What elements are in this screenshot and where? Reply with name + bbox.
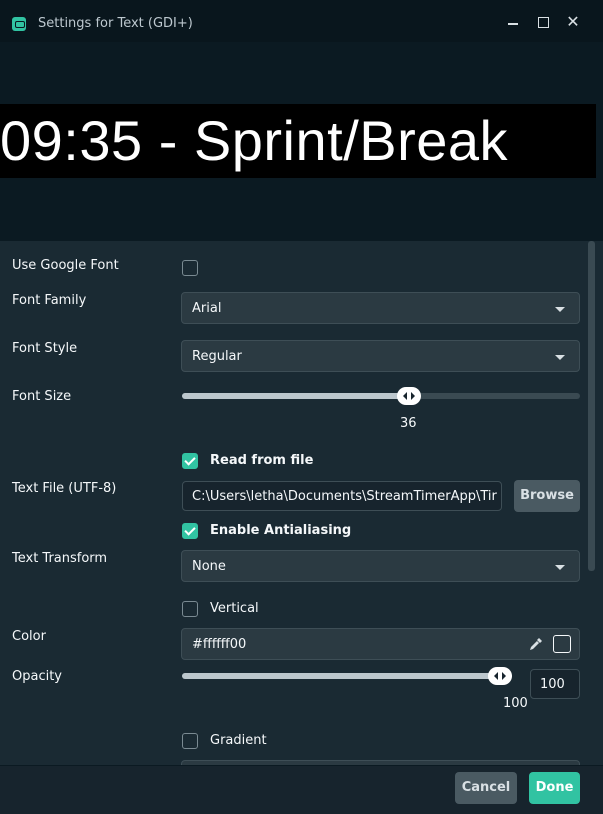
cancel-button[interactable]: Cancel [455,772,517,804]
done-button[interactable]: Done [529,772,580,804]
text-file-value: C:\Users\letha\Documents\StreamTimerApp\… [192,489,497,504]
maximize-button[interactable] [533,12,553,32]
text-file-label: Text File (UTF-8) [12,481,117,496]
opacity-input-value: 100 [540,677,565,692]
read-from-file-checkbox[interactable] [182,453,198,469]
panel-scrollbar[interactable] [588,241,595,571]
text-transform-select[interactable]: None [181,550,580,582]
opacity-slider[interactable] [182,667,512,685]
opacity-slider-fill [182,673,512,679]
chevron-down-icon [555,355,565,360]
use-google-font-checkbox[interactable] [182,260,198,276]
source-preview: 09:35 - Sprint/Break [0,42,603,241]
vertical-label: Vertical [210,601,259,616]
color-input[interactable]: #ffffff00 [181,628,580,660]
opacity-input[interactable]: 100 [530,669,580,699]
use-google-font-label: Use Google Font [12,258,119,273]
color-label: Color [12,629,46,644]
title-bar: Settings for Text (GDI+) ✕ [0,0,603,42]
vertical-checkbox[interactable] [182,601,198,617]
font-size-slider-fill [182,393,409,399]
text-transform-value: None [192,559,226,574]
window-title: Settings for Text (GDI+) [38,16,193,31]
text-transform-label: Text Transform [12,551,108,566]
chevron-down-icon [555,565,565,570]
font-style-label: Font Style [12,341,78,356]
font-style-value: Regular [192,349,242,364]
font-size-slider[interactable] [182,387,580,405]
read-from-file-label: Read from file [210,453,314,468]
close-button[interactable]: ✕ [563,12,583,32]
minimize-button[interactable] [503,12,523,32]
font-family-select[interactable]: Arial [181,292,580,324]
opacity-label: Opacity [12,669,63,684]
chevron-down-icon [555,307,565,312]
preview-text: 09:35 - Sprint/Break [0,109,509,172]
settings-panel: Use Google Font Font Family Arial Font S… [0,241,603,765]
eyedropper-icon[interactable] [529,637,543,651]
antialiasing-checkbox[interactable] [182,523,198,539]
color-value: #ffffff00 [192,637,247,652]
dialog-footer: Cancel Done [0,765,603,814]
font-family-value: Arial [192,301,222,316]
font-family-label: Font Family [12,293,87,308]
opacity-value: 100 [503,696,528,711]
opacity-slider-thumb[interactable] [488,667,512,685]
gradient-label: Gradient [210,733,267,748]
browse-button[interactable]: Browse [514,480,580,512]
color-swatch[interactable] [553,635,571,653]
font-size-slider-thumb[interactable] [396,387,421,405]
antialiasing-label: Enable Antialiasing [210,523,352,538]
gradient-checkbox[interactable] [182,733,198,749]
preview-text-box: 09:35 - Sprint/Break [0,104,596,178]
font-size-label: Font Size [12,389,72,404]
font-style-select[interactable]: Regular [181,340,580,372]
streamlabs-app-icon [12,17,26,31]
text-file-input[interactable]: C:\Users\letha\Documents\StreamTimerApp\… [182,481,502,511]
font-size-value: 36 [400,416,417,431]
